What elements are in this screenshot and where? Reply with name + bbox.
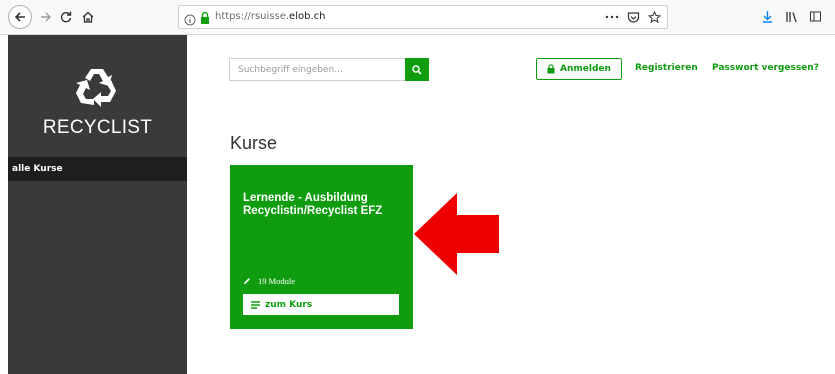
sidebar-item-all-courses[interactable]: alle Kurse [8,157,187,181]
page-actions-icon[interactable] [605,10,619,24]
info-icon[interactable] [184,11,196,26]
red-arrow-annotation [414,193,499,275]
sidebar-icon[interactable] [808,9,822,23]
screenshot-frame: https://rsuisse.elob.ch RECYCLIST alle K… [0,0,835,374]
pencil-icon [244,278,250,284]
lock-icon [547,64,555,74]
reload-icon[interactable] [56,7,76,27]
logo-text: RECYCLIST [42,117,153,138]
url-text: https://rsuisse.elob.ch [215,11,326,22]
page-title: Kurse [230,133,278,153]
go-to-course-button[interactable]: zum Kurs [243,294,399,315]
sidebar: RECYCLIST alle Kurse [8,35,187,374]
url-bar[interactable]: https://rsuisse.elob.ch [178,5,668,29]
search-box [229,58,429,81]
course-title[interactable]: Lernende - Ausbildung Recyclistin/Recycl… [243,192,408,218]
module-count: 19 Module [243,276,295,286]
go-to-course-label: zum Kurs [265,299,313,310]
logo[interactable]: RECYCLIST [8,65,187,155]
recycle-icon [76,69,116,107]
pocket-icon[interactable] [626,10,640,24]
forward-icon[interactable] [36,7,56,27]
search-input[interactable] [229,58,405,81]
home-icon[interactable] [78,7,98,27]
login-button[interactable]: Anmelden [536,58,622,80]
register-link[interactable]: Registrieren [635,63,698,73]
forgot-password-link[interactable]: Passwort vergessen? [712,63,819,73]
lock-icon[interactable] [199,10,211,24]
library-icon[interactable] [784,9,798,23]
bookmark-star-icon[interactable] [647,10,661,24]
download-icon[interactable] [760,9,774,23]
browser-toolbar: https://rsuisse.elob.ch [0,0,835,35]
back-icon[interactable] [8,5,32,29]
course-card[interactable]: Lernende - Ausbildung Recyclistin/Recycl… [230,165,413,329]
module-count-label: 19 Module [258,276,296,286]
list-icon [251,300,260,309]
search-icon [412,64,422,75]
login-label: Anmelden [560,64,611,74]
search-button[interactable] [405,58,429,81]
